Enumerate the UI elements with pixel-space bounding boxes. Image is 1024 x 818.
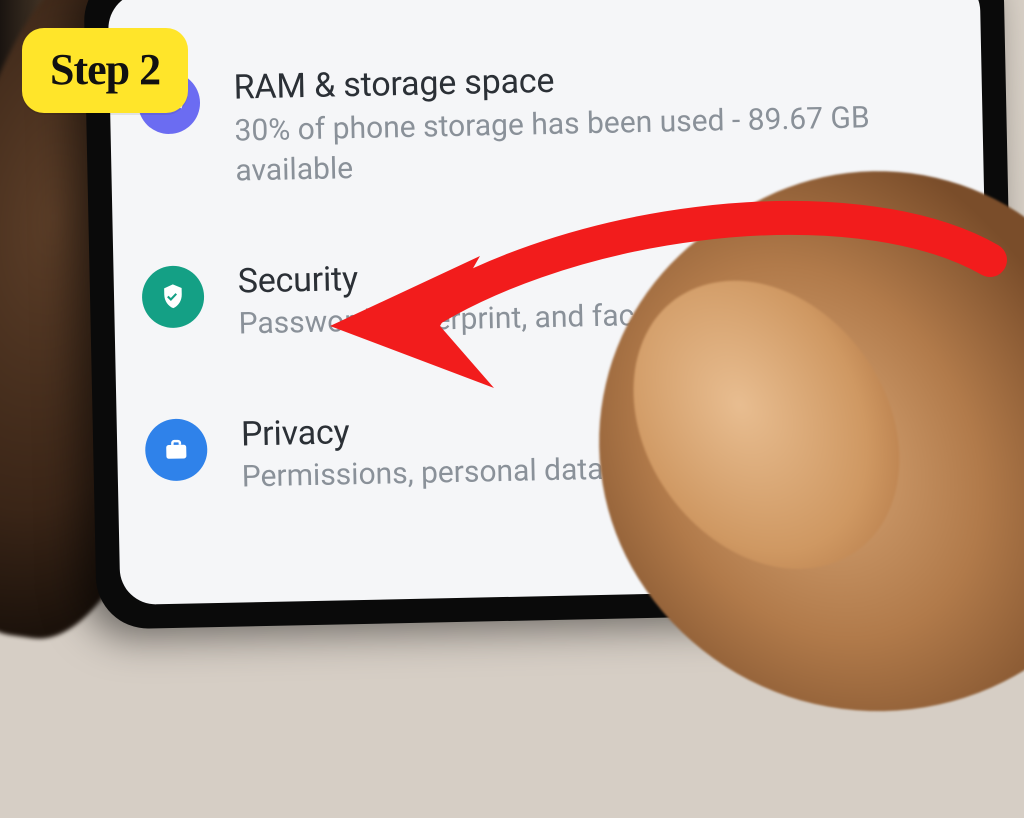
battery-icon xyxy=(135,0,198,1)
shield-icon xyxy=(141,265,204,328)
fingernail xyxy=(651,274,827,456)
step-badge: Step 2 xyxy=(22,28,188,113)
settings-item-text: RAM & storage space 30% of phone storage… xyxy=(233,52,939,192)
briefcase-icon xyxy=(145,418,208,481)
